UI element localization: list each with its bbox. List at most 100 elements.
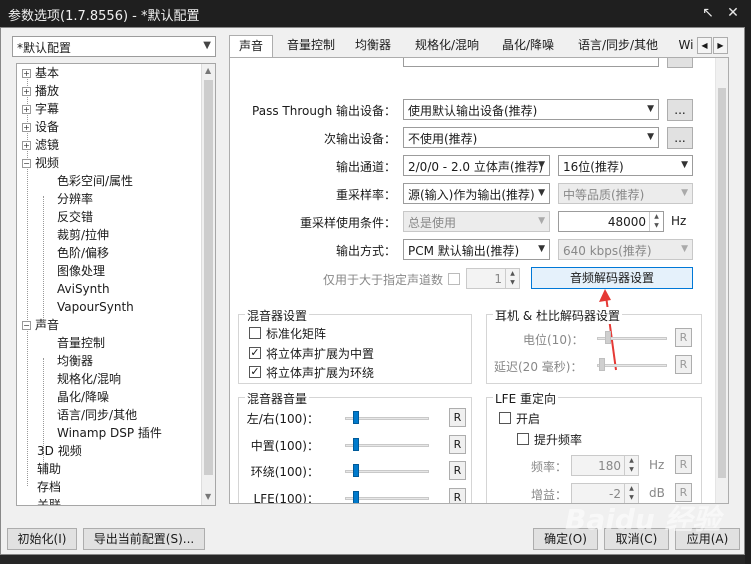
tree-item-video[interactable]: − 视频 <box>22 154 59 172</box>
tree-item-assist[interactable]: 辅助 <box>37 460 61 478</box>
normalize-checkbox[interactable] <box>249 327 261 339</box>
min-channels-checkbox[interactable] <box>448 273 460 285</box>
tree-item-crystalize[interactable]: 晶化/降噪 <box>57 388 109 406</box>
tab-volume[interactable]: 音量控制 <box>279 35 343 57</box>
tree-item-avisynth[interactable]: AviSynth <box>57 280 110 298</box>
spin-arrows-icon[interactable]: ▲ ▼ <box>649 212 663 231</box>
tree-item-devices[interactable]: + 设备 <box>22 118 59 136</box>
frequency-spinbox[interactable]: 180 ▲ ▼ <box>571 455 639 476</box>
tab-normalize[interactable]: 规格化/混响 <box>405 35 489 57</box>
panel-scrollbar[interactable] <box>715 58 728 503</box>
tree-item-playback[interactable]: + 播放 <box>22 82 59 100</box>
apply-button[interactable]: 应用(A) <box>675 528 740 550</box>
surround-reset-button[interactable]: R <box>449 461 466 480</box>
center-slider[interactable] <box>345 438 429 452</box>
tree-item-equalizer[interactable]: 均衡器 <box>57 352 93 370</box>
collapse-icon[interactable]: − <box>22 159 31 168</box>
surround-slider[interactable] <box>345 464 429 478</box>
lfe-reset-button[interactable]: R <box>449 488 466 503</box>
slider-knob[interactable] <box>599 358 605 371</box>
expand-icon[interactable]: + <box>22 105 31 114</box>
slider-knob[interactable] <box>353 438 359 451</box>
expand-icon[interactable]: + <box>22 87 31 96</box>
audio-decoder-settings-button[interactable]: 音频解码器设置 <box>531 267 693 289</box>
tree-item-basic[interactable]: + 基本 <box>22 64 59 82</box>
bit-depth-dropdown[interactable]: 16位(推荐) ▼ <box>558 155 693 176</box>
tab-language[interactable]: 语言/同步/其他 <box>569 35 667 57</box>
tree-item-resolution[interactable]: 分辨率 <box>57 190 93 208</box>
initialize-button[interactable]: 初始化(I) <box>7 528 77 550</box>
expand-icon[interactable]: + <box>22 69 31 78</box>
tab-next-icon[interactable]: ▶ <box>713 37 728 54</box>
slider-knob[interactable] <box>353 411 359 424</box>
min-channels-spinbox[interactable]: 1 ▲ ▼ <box>466 268 520 289</box>
tree-item-deinterlace[interactable]: 反交错 <box>57 208 93 226</box>
output-mode-dropdown[interactable]: PCM 默认输出(推荐) ▼ <box>403 239 550 260</box>
device-dropdown-partial[interactable] <box>403 58 659 67</box>
slider-knob[interactable] <box>353 491 359 503</box>
tree-item-image-processing[interactable]: 图像处理 <box>57 262 105 280</box>
tree-item-3d-video[interactable]: 3D 视频 <box>37 442 82 460</box>
delay-slider[interactable] <box>597 358 667 372</box>
spin-arrows-icon[interactable]: ▲ ▼ <box>505 269 519 288</box>
delay-reset-button[interactable]: R <box>675 355 692 374</box>
export-config-button[interactable]: 导出当前配置(S)... <box>83 528 205 550</box>
passthrough-device-dropdown[interactable]: 使用默认输出设备(推荐) ▼ <box>403 99 659 120</box>
gain-reset-button[interactable]: R <box>675 483 692 502</box>
scrollbar-thumb[interactable] <box>204 80 213 475</box>
boost-frequency-checkbox[interactable] <box>517 433 529 445</box>
tab-equalizer[interactable]: 均衡器 <box>347 35 399 57</box>
tree-item-vapoursynth[interactable]: VapourSynth <box>57 298 134 316</box>
slider-knob[interactable] <box>353 464 359 477</box>
resample-condition-dropdown[interactable]: 总是使用 ▼ <box>403 211 550 232</box>
tree-item-winamp[interactable]: Winamp DSP 插件 <box>57 424 162 442</box>
spin-arrows-icon[interactable]: ▲ ▼ <box>624 484 638 503</box>
scroll-up-icon[interactable]: ▲ <box>205 66 211 75</box>
gain-spinbox[interactable]: -2 ▲ ▼ <box>571 483 639 503</box>
tree-item-audio[interactable]: − 声音 <box>22 316 59 334</box>
level-slider[interactable] <box>597 331 667 345</box>
tree-scrollbar[interactable]: ▲ ▼ <box>201 64 215 505</box>
collapse-icon[interactable]: − <box>22 321 31 330</box>
tab-winamp[interactable]: Wi <box>675 35 697 57</box>
secondary-output-dropdown[interactable]: 不使用(推荐) ▼ <box>403 127 659 148</box>
scrollbar-thumb[interactable] <box>718 88 726 478</box>
tree-item-association[interactable]: 关联 <box>37 496 61 505</box>
left-right-slider[interactable] <box>345 411 429 425</box>
tree-item-language[interactable]: 语言/同步/其他 <box>57 406 137 424</box>
close-icon[interactable]: ✕ <box>722 3 744 23</box>
channel-dropdown[interactable]: 2/0/0 - 2.0 立体声(推荐) ▼ <box>403 155 550 176</box>
tab-crystalize[interactable]: 晶化/降噪 <box>493 35 563 57</box>
tab-audio[interactable]: 声音 <box>229 35 273 57</box>
ok-button[interactable]: 确定(O) <box>533 528 598 550</box>
spin-arrows-icon[interactable]: ▲ ▼ <box>624 456 638 475</box>
sample-rate-spinbox[interactable]: 48000 ▲ ▼ <box>558 211 664 232</box>
cancel-button[interactable]: 取消(C) <box>604 528 669 550</box>
browse-button-partial[interactable] <box>667 58 693 68</box>
tree-item-archive[interactable]: 存档 <box>37 478 61 496</box>
stereo-to-surround-checkbox[interactable]: ✓ <box>249 366 261 378</box>
tree-item-subtitles[interactable]: + 字幕 <box>22 100 59 118</box>
left-right-reset-button[interactable]: R <box>449 408 466 427</box>
center-reset-button[interactable]: R <box>449 435 466 454</box>
pin-icon[interactable]: ↖ <box>697 3 719 23</box>
tree-item-normalize[interactable]: 规格化/混响 <box>57 370 121 388</box>
tree-item-filters[interactable]: + 滤镜 <box>22 136 59 154</box>
resample-dropdown[interactable]: 源(输入)作为输出(推荐) ▼ <box>403 183 550 204</box>
tree-item-crop[interactable]: 裁剪/拉伸 <box>57 226 109 244</box>
passthrough-browse-button[interactable]: ... <box>667 99 693 121</box>
settings-tree[interactable]: + 基本 + 播放 + 字幕 + 设备 + 滤镜 − 视频 色彩空间/属性 分辨率 反交错 … <box>16 63 216 506</box>
bitrate-dropdown[interactable]: 640 kbps(推荐) ▼ <box>558 239 693 260</box>
slider-knob[interactable] <box>605 331 611 344</box>
expand-icon[interactable]: + <box>22 123 31 132</box>
tree-item-volume[interactable]: 音量控制 <box>57 334 105 352</box>
level-reset-button[interactable]: R <box>675 328 692 347</box>
tree-item-colorspace[interactable]: 色彩空间/属性 <box>57 172 133 190</box>
stereo-to-center-checkbox[interactable]: ✓ <box>249 347 261 359</box>
secondary-browse-button[interactable]: ... <box>667 127 693 149</box>
lfe-enable-checkbox[interactable] <box>499 412 511 424</box>
tree-item-levels[interactable]: 色阶/偏移 <box>57 244 109 262</box>
preset-dropdown[interactable]: *默认配置 ▼ <box>12 36 216 57</box>
frequency-reset-button[interactable]: R <box>675 455 692 474</box>
quality-dropdown[interactable]: 中等品质(推荐) ▼ <box>558 183 693 204</box>
